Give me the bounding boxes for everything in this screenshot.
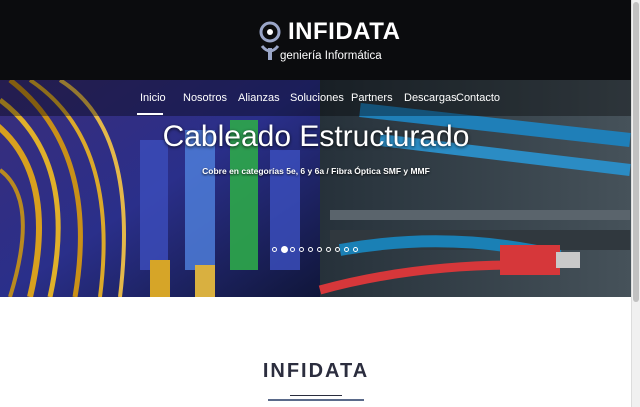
scrollbar-thumb[interactable] bbox=[633, 2, 639, 302]
nav-item-descargas[interactable]: Descargas bbox=[404, 92, 457, 104]
hero-title: Cableado Estructurado bbox=[162, 120, 470, 153]
hero-subtitle: Cobre en categorías 5e, 6 y 6a / Fibra Ó… bbox=[202, 166, 430, 176]
section-title-divider bbox=[290, 395, 342, 396]
nav-item-alianzas[interactable]: Alianzas bbox=[238, 92, 280, 104]
slider-dot[interactable] bbox=[272, 247, 277, 252]
nav-item-inicio[interactable]: Inicio bbox=[140, 92, 166, 104]
section-title-underline bbox=[268, 399, 364, 401]
slider-dot[interactable] bbox=[299, 247, 304, 252]
slider-dot[interactable] bbox=[317, 247, 322, 252]
slider-dot[interactable] bbox=[326, 247, 331, 252]
slider-dot[interactable] bbox=[308, 247, 313, 252]
nav-item-contacto[interactable]: Contacto bbox=[456, 92, 500, 104]
slider-dot[interactable] bbox=[344, 247, 349, 252]
brand-logo[interactable]: INFIDATA geniería Informática bbox=[258, 12, 400, 68]
top-header: INFIDATA geniería Informática bbox=[0, 0, 632, 80]
section-title: INFIDATA bbox=[262, 360, 370, 382]
slider-dot[interactable] bbox=[353, 247, 358, 252]
main-nav: Inicio Nosotros Alianzas Soluciones Part… bbox=[0, 80, 632, 116]
nav-item-nosotros[interactable]: Nosotros bbox=[183, 92, 227, 104]
brand-title: INFIDATA bbox=[288, 18, 401, 45]
nav-active-indicator bbox=[137, 113, 163, 115]
nav-item-soluciones[interactable]: Soluciones bbox=[290, 92, 344, 104]
nav-item-partners[interactable]: Partners bbox=[351, 92, 393, 104]
slider-dot[interactable] bbox=[290, 247, 295, 252]
page-scrollbar[interactable] bbox=[631, 0, 640, 407]
brand-subtitle: geniería Informática bbox=[280, 50, 382, 62]
slider-dot[interactable] bbox=[281, 246, 288, 253]
slider-dot[interactable] bbox=[335, 247, 340, 252]
